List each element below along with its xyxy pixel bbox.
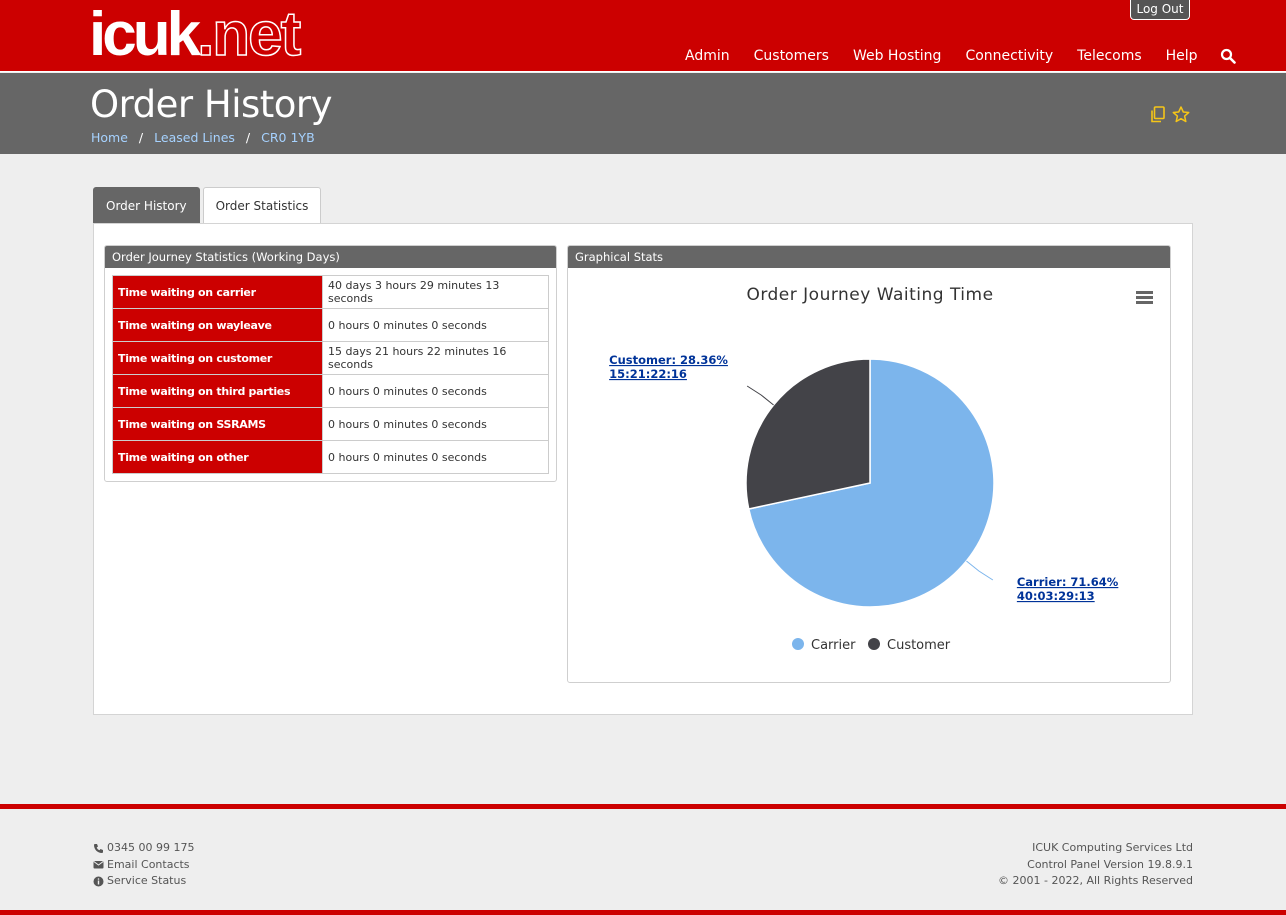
pie-connector-carrier: [966, 560, 994, 581]
pie-label-carrier[interactable]: Carrier: 71.64%: [1017, 575, 1119, 589]
stats-row-value: 0 hours 0 minutes 0 seconds: [322, 308, 549, 342]
pie-value-customer[interactable]: 15:21:22:16: [609, 367, 687, 381]
breadcrumb-leased-lines[interactable]: Leased Lines: [154, 130, 235, 145]
graphical-stats-box: Graphical Stats Order Journey Waiting Ti…: [567, 245, 1171, 683]
stats-row-value: 0 hours 0 minutes 0 seconds: [322, 374, 549, 408]
star-icon[interactable]: [1172, 106, 1190, 127]
search-icon[interactable]: [1220, 48, 1236, 64]
stats-row-value: 15 days 21 hours 22 minutes 16 seconds: [322, 341, 549, 375]
envelope-icon: [93, 859, 104, 870]
footer-phone: 0345 00 99 175: [93, 840, 194, 857]
stats-row-label: Time waiting on SSRAMS: [112, 407, 323, 441]
stats-row-value: 0 hours 0 minutes 0 seconds: [322, 407, 549, 441]
order-journey-stats-box: Order Journey Statistics (Working Days) …: [104, 245, 557, 482]
stats-row-label: Time waiting on carrier: [112, 275, 323, 309]
tab-bar: Order History Order Statistics: [93, 187, 322, 224]
pie-value-carrier[interactable]: 40:03:29:13: [1017, 589, 1095, 603]
footer-bottom-border: [0, 910, 1286, 915]
logo[interactable]: icuk.net: [89, 3, 302, 67]
nav-admin[interactable]: Admin: [685, 48, 730, 64]
footer: 0345 00 99 175 Email Contacts Service St…: [0, 809, 1286, 910]
footer-email-link[interactable]: Email Contacts: [93, 857, 194, 874]
main-nav: Admin Customers Web Hosting Connectivity…: [673, 48, 1236, 64]
footer-version: Control Panel Version 19.8.9.1: [1027, 857, 1193, 871]
stats-row-label: Time waiting on other: [112, 440, 323, 474]
copy-icon[interactable]: [1150, 106, 1166, 127]
legend-item-customer[interactable]: Customer: [887, 638, 951, 653]
top-header: icuk.net Log Out Admin Customers Web Hos…: [0, 0, 1286, 72]
legend-item-carrier[interactable]: Carrier: [811, 638, 856, 653]
nav-telecoms[interactable]: Telecoms: [1077, 48, 1141, 64]
legend-marker-customer[interactable]: [868, 638, 880, 650]
pie-chart: Order Journey Waiting Time Carrier: 71.64…: [609, 285, 1153, 653]
pie-label-customer[interactable]: Customer: 28.36%: [609, 353, 728, 367]
footer-copyright: © 2001 - 2022, All Rights Reserved: [998, 874, 1193, 887]
footer-company-info: ICUK Computing Services Ltd Control Pane…: [998, 840, 1193, 890]
title-bar: Order History Home / Leased Lines / CR0 …: [0, 73, 1286, 154]
breadcrumb-current[interactable]: CR0 1YB: [261, 130, 315, 145]
stats-box-heading: Order Journey Statistics (Working Days): [105, 246, 556, 268]
stats-row: Time waiting on third parties 0 hours 0 m…: [112, 374, 549, 408]
stats-row-value: 0 hours 0 minutes 0 seconds: [322, 440, 549, 474]
legend-marker-carrier[interactable]: [792, 638, 804, 650]
nav-customers[interactable]: Customers: [754, 48, 829, 64]
nav-help[interactable]: Help: [1166, 48, 1198, 64]
stats-row: Time waiting on customer 15 days 21 hours…: [112, 341, 549, 375]
tab-order-history[interactable]: Order History: [93, 187, 200, 224]
breadcrumb: Home / Leased Lines / CR0 1YB: [91, 130, 315, 145]
breadcrumb-home[interactable]: Home: [91, 130, 128, 145]
pie-slice-customer[interactable]: [745, 358, 871, 510]
footer-company: ICUK Computing Services Ltd: [1032, 841, 1193, 854]
graph-box-heading: Graphical Stats: [568, 246, 1170, 268]
page-title: Order History: [90, 83, 333, 126]
logout-button[interactable]: Log Out: [1130, 0, 1190, 20]
stats-row: Time waiting on wayleave 0 hours 0 minute…: [112, 308, 549, 342]
phone-icon: [93, 843, 104, 854]
stats-row-label: Time waiting on customer: [112, 341, 323, 375]
title-actions: [1150, 106, 1190, 127]
chart-title: Order Journey Waiting Time: [746, 285, 993, 305]
stats-row: Time waiting on other 0 hours 0 minutes 0…: [112, 440, 549, 474]
stats-row: Time waiting on SSRAMS 0 hours 0 minutes …: [112, 407, 549, 441]
stats-row: Time waiting on carrier 40 days 3 hours 2…: [112, 275, 549, 309]
stats-row-label: Time waiting on wayleave: [112, 308, 323, 342]
nav-web-hosting[interactable]: Web Hosting: [853, 48, 942, 64]
footer-contacts: 0345 00 99 175 Email Contacts Service St…: [93, 840, 194, 890]
info-icon: [93, 876, 104, 887]
breadcrumb-separator: /: [138, 130, 144, 145]
footer-status-link[interactable]: Service Status: [93, 873, 194, 890]
tab-order-statistics[interactable]: Order Statistics: [202, 187, 322, 224]
stats-table: Time waiting on carrier 40 days 3 hours 2…: [112, 275, 549, 474]
stats-row-label: Time waiting on third parties: [112, 374, 323, 408]
stats-row-value: 40 days 3 hours 29 minutes 13 seconds: [322, 275, 549, 309]
chart-menu-icon[interactable]: [1136, 291, 1153, 304]
breadcrumb-separator: /: [245, 130, 251, 145]
pie-connector-customer: [746, 385, 774, 406]
nav-connectivity[interactable]: Connectivity: [965, 48, 1053, 64]
